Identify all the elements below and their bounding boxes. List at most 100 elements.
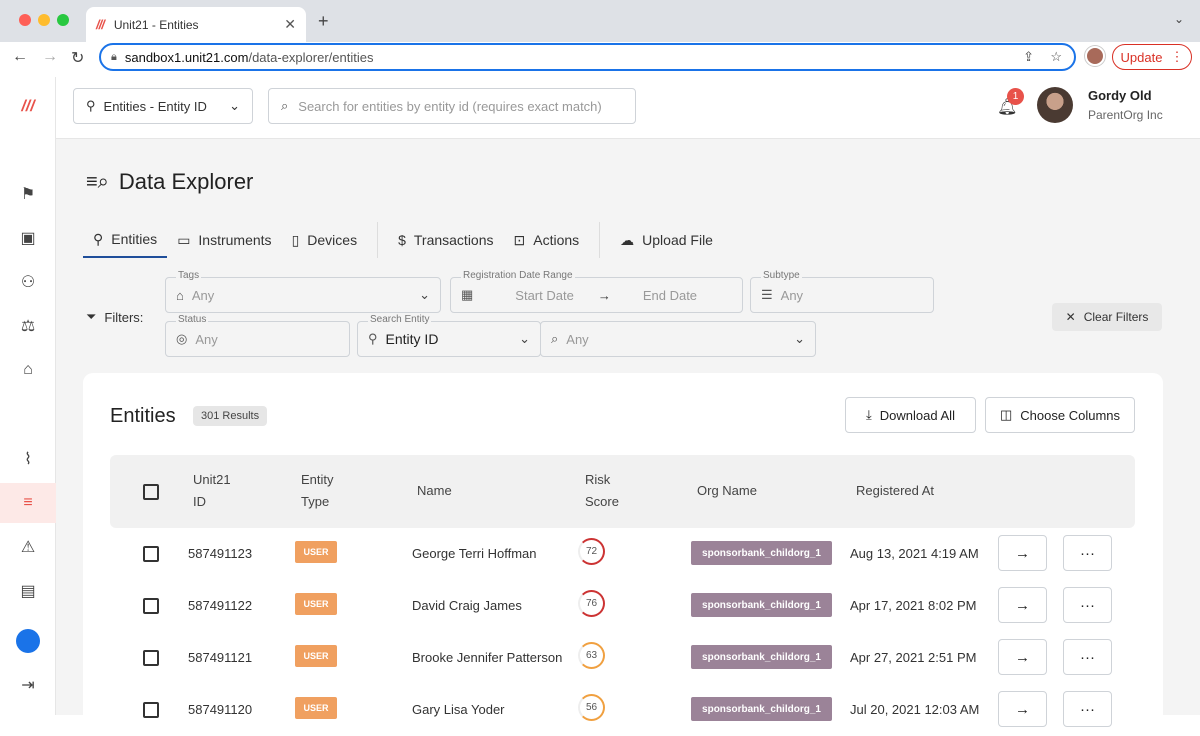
close-window-button[interactable] xyxy=(19,14,31,26)
chart-line-icon[interactable]: ⌇ xyxy=(0,439,56,479)
tab-transactions[interactable]: $ Transactions xyxy=(388,222,503,258)
lock-icon: 🔒︎ xyxy=(111,50,117,63)
risk-score-ring: 72 xyxy=(578,538,605,565)
app-main: ⚲ Entities - Entity ID ⌄ ⌕ Search for en… xyxy=(56,77,1200,733)
row-more-button[interactable]: ··· xyxy=(1063,639,1112,675)
tab-label: Transactions xyxy=(413,232,494,248)
choose-columns-button[interactable]: ◫ Choose Columns xyxy=(985,397,1135,433)
app-topbar: ⚲ Entities - Entity ID ⌄ ⌕ Search for en… xyxy=(56,77,1200,139)
flag-icon[interactable]: ⚑ xyxy=(0,174,56,214)
tab-upload-file[interactable]: ☁ Upload File xyxy=(610,222,723,258)
start-date[interactable]: Start Date xyxy=(515,288,574,303)
row-more-button[interactable]: ··· xyxy=(1063,691,1112,727)
entity-search-input[interactable]: ⌕ Search for entities by entity id (requ… xyxy=(268,88,636,124)
chevron-down-icon[interactable]: ⌄ xyxy=(1174,12,1184,26)
back-icon[interactable]: ← xyxy=(12,48,28,66)
chevron-down-icon: ⌄ xyxy=(519,331,530,346)
minimize-window-button[interactable] xyxy=(38,14,50,26)
profile-avatar[interactable] xyxy=(1085,46,1105,66)
org-name-badge: sponsorbank_childorg_1 xyxy=(691,645,832,669)
download-all-label: Download All xyxy=(879,407,955,423)
table-row[interactable]: 587491122 USER David Craig James 76 sponsorb… xyxy=(110,580,1135,632)
tags-filter[interactable]: Tags ⌂ Any ⌄ xyxy=(165,270,441,313)
header-text: Score xyxy=(585,494,619,509)
header-org-name[interactable]: Org Name xyxy=(697,480,757,502)
collapse-sidebar-icon[interactable]: ⇥ xyxy=(0,665,56,705)
close-icon: ✕ xyxy=(1065,310,1076,324)
sidebar: /// ⚑ ▣ ⚇ ⚖ ⌂ ⌇ ≡ ⚠ ▤ ⇥ xyxy=(0,77,56,715)
entity-id: 587491123 xyxy=(188,546,253,561)
search-entity-value-select[interactable]: ⌕ Any ⌄ xyxy=(540,321,816,357)
row-checkbox[interactable] xyxy=(143,650,159,666)
header-text: Type xyxy=(301,494,330,509)
entity-name: Brooke Jennifer Patterson xyxy=(412,650,563,665)
briefcase-icon[interactable]: ▣ xyxy=(0,218,56,258)
select-all-checkbox[interactable] xyxy=(143,484,159,500)
forward-icon[interactable]: → xyxy=(42,48,58,66)
header-risk-score[interactable]: Risk Score xyxy=(585,469,619,513)
user-icon: ⚲ xyxy=(368,331,378,346)
star-icon[interactable]: ☆ xyxy=(1050,49,1062,65)
risk-score-ring: 76 xyxy=(578,590,605,617)
page-title-text: Data Explorer xyxy=(118,169,254,194)
scale-icon[interactable]: ⚖ xyxy=(0,306,56,346)
row-more-button[interactable]: ··· xyxy=(1063,587,1112,623)
new-tab-icon[interactable]: + xyxy=(318,11,329,32)
header-unit21-id[interactable]: Unit21 ID xyxy=(193,469,231,513)
open-entity-button[interactable]: → xyxy=(998,639,1047,675)
address-bar[interactable]: 🔒︎ sandbox1.unit21.com/data-explorer/ent… xyxy=(99,43,1076,71)
registration-date-range[interactable]: Registration Date Range ▦ Start Date → E… xyxy=(450,270,743,313)
alert-triangle-icon[interactable]: ⚠ xyxy=(0,527,56,567)
user-x-icon[interactable]: ⚇ xyxy=(0,262,56,302)
close-tab-icon[interactable]: ✕ xyxy=(284,16,296,33)
share-icon[interactable]: ⇪ xyxy=(1023,49,1034,65)
status-filter[interactable]: Status ◎ Any xyxy=(165,314,350,357)
clear-filters-button[interactable]: ✕ Clear Filters xyxy=(1052,303,1162,331)
arrow-right-icon: → xyxy=(597,287,611,303)
url-host: sandbox1.unit21.com xyxy=(124,49,249,65)
user-icon: ⚲ xyxy=(86,98,96,113)
header-text: ID xyxy=(193,494,206,509)
risk-score-ring: 63 xyxy=(578,642,605,669)
search-icon: ⌕ xyxy=(551,331,559,346)
entity-name: David Craig James xyxy=(412,598,522,613)
tab-entities[interactable]: ⚲ Entities xyxy=(83,222,168,258)
header-registered-at[interactable]: Registered At xyxy=(856,480,934,502)
header-entity-type[interactable]: Entity Type xyxy=(301,469,334,513)
maximize-window-button[interactable] xyxy=(57,14,69,26)
update-button[interactable]: Update ⋮ xyxy=(1112,44,1192,70)
end-date[interactable]: End Date xyxy=(643,288,697,303)
header-name[interactable]: Name xyxy=(417,480,452,502)
tab-devices[interactable]: ▯ Devices xyxy=(282,222,368,258)
browser-tab[interactable]: /// Unit21 - Entities ✕ xyxy=(86,7,306,42)
open-entity-button[interactable]: → xyxy=(998,691,1047,727)
row-more-button[interactable]: ··· xyxy=(1063,535,1112,571)
entity-type-badge: USER xyxy=(295,541,337,563)
unit21-logo-icon[interactable]: /// xyxy=(0,87,56,127)
chat-icon[interactable] xyxy=(0,621,56,661)
table-row[interactable]: 587491123 USER George Terri Hoffman 72 spons… xyxy=(110,528,1135,580)
table-row[interactable]: 587491121 USER Brooke Jennifer Patterson 63… xyxy=(110,632,1135,684)
entity-type-select[interactable]: ⚲ Entities - Entity ID ⌄ xyxy=(73,88,253,124)
clear-filters-label: Clear Filters xyxy=(1083,310,1149,324)
id-card-icon[interactable]: ▤ xyxy=(0,571,56,611)
row-checkbox[interactable] xyxy=(143,598,159,614)
table-row[interactable]: 587491120 USER Gary Lisa Yoder 56 sponsorban… xyxy=(110,684,1135,736)
tab-instruments[interactable]: ▭ Instruments xyxy=(167,222,281,258)
data-explorer-icon[interactable]: ≡ xyxy=(0,483,56,523)
download-all-button[interactable]: ⤓ Download All xyxy=(845,397,976,433)
open-entity-button[interactable]: → xyxy=(998,587,1047,623)
bank-icon[interactable]: ⌂ xyxy=(0,350,56,390)
org-name-badge: sponsorbank_childorg_1 xyxy=(691,697,832,721)
row-checkbox[interactable] xyxy=(143,702,159,718)
tab-divider xyxy=(377,222,379,258)
tab-actions[interactable]: ⊡ Actions xyxy=(504,222,590,258)
reload-icon[interactable]: ↻ xyxy=(71,48,84,68)
dollar-icon: $ xyxy=(398,232,406,248)
search-entity-select[interactable]: Search Entity ⚲ Entity ID ⌄ xyxy=(357,314,541,357)
row-checkbox[interactable] xyxy=(143,546,159,562)
subtype-filter[interactable]: Subtype ☰ Any xyxy=(750,270,934,313)
user-avatar[interactable] xyxy=(1037,87,1073,123)
open-entity-button[interactable]: → xyxy=(998,535,1047,571)
tags-value: Any xyxy=(191,287,215,303)
